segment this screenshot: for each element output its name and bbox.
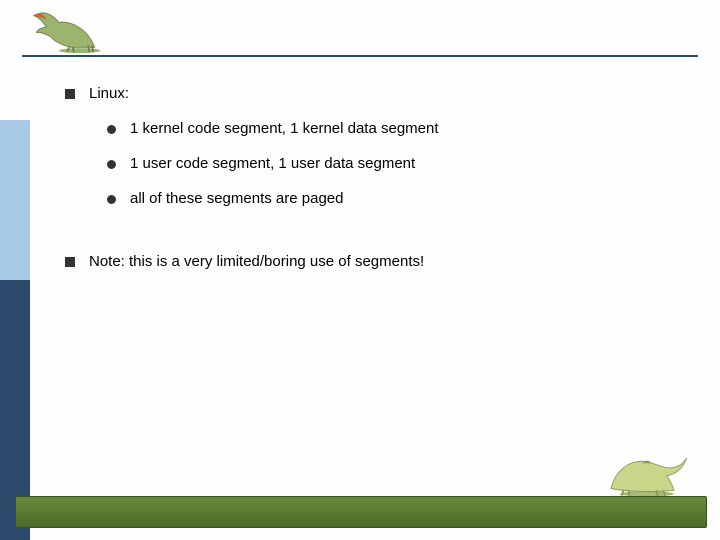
- dot-bullet-icon: [107, 125, 116, 134]
- bullet-text: 1 user code segment, 1 user data segment: [130, 155, 415, 172]
- dinosaur-logo-top: [18, 4, 108, 54]
- subbullet-kernel: 1 kernel code segment, 1 kernel data seg…: [107, 120, 675, 137]
- bullet-text: 1 kernel code segment, 1 kernel data seg…: [130, 120, 439, 137]
- dot-bullet-icon: [107, 160, 116, 169]
- subbullet-user: 1 user code segment, 1 user data segment: [107, 155, 675, 172]
- footer-bar: [15, 496, 707, 528]
- slide-content: Linux: 1 kernel code segment, 1 kernel d…: [55, 85, 675, 288]
- bullet-text: Linux:: [89, 85, 129, 102]
- bullet-note: Note: this is a very limited/boring use …: [65, 253, 675, 270]
- subbullet-paged: all of these segments are paged: [107, 190, 675, 207]
- dot-bullet-icon: [107, 195, 116, 204]
- slide: Linux: 1 kernel code segment, 1 kernel d…: [0, 0, 720, 540]
- header-divider: [22, 55, 698, 57]
- bullet-linux: Linux:: [65, 85, 675, 102]
- bullet-text: Note: this is a very limited/boring use …: [89, 253, 424, 270]
- dinosaur-logo-bottom: [602, 443, 692, 498]
- bullet-text: all of these segments are paged: [130, 190, 343, 207]
- square-bullet-icon: [65, 257, 75, 267]
- left-accent-light: [0, 120, 30, 280]
- square-bullet-icon: [65, 89, 75, 99]
